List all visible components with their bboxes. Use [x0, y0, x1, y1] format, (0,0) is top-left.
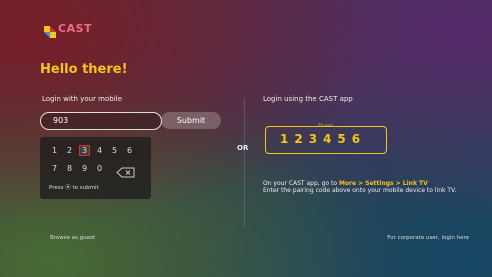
pairing-code-box: 20 secs 123456 — [265, 123, 387, 154]
key-8[interactable]: 8 — [64, 163, 75, 174]
key-2[interactable]: 2 — [64, 145, 75, 156]
numeric-keypad: 1 2 3 4 5 6 7 8 9 0 Press ⦿ to submit — [40, 137, 151, 199]
key-3[interactable]: 3 — [79, 145, 90, 156]
code-timer: 20 secs — [318, 123, 334, 128]
backspace-icon[interactable] — [116, 163, 136, 178]
logo-text: CAST — [58, 22, 93, 35]
key-7[interactable]: 7 — [49, 163, 60, 174]
key-9[interactable]: 9 — [79, 163, 90, 174]
corporate-login-link[interactable]: For corporate user, login here — [387, 235, 469, 241]
vertical-divider — [244, 98, 245, 226]
instruction-line-2: Enter the pairing code above onto your m… — [263, 187, 457, 194]
or-separator: OR — [237, 144, 249, 152]
app-login-label: Login using the CAST app — [263, 95, 353, 103]
cast-logo: CAST — [44, 22, 93, 38]
key-5[interactable]: 5 — [109, 145, 120, 156]
cast-logo-icon — [44, 23, 56, 38]
browse-as-guest-link[interactable]: Browse as guest — [50, 235, 95, 241]
greeting-title: Hello there! — [40, 62, 128, 77]
mobile-number-input[interactable]: 903 — [40, 112, 162, 130]
key-1[interactable]: 1 — [49, 145, 60, 156]
key-0[interactable]: 0 — [94, 163, 105, 174]
pairing-code: 123456 — [280, 132, 367, 146]
key-4[interactable]: 4 — [94, 145, 105, 156]
instruction-prefix: On your CAST app, go to — [263, 180, 339, 187]
press-to-submit-hint: Press ⦿ to submit — [49, 185, 99, 191]
instruction-line-1: On your CAST app, go to More > Settings … — [263, 180, 428, 187]
mobile-login-label: Login with your mobile — [42, 95, 122, 103]
instruction-path: More > Settings > Link TV — [338, 180, 428, 187]
key-6[interactable]: 6 — [124, 145, 135, 156]
submit-button[interactable]: Submit — [161, 112, 221, 129]
